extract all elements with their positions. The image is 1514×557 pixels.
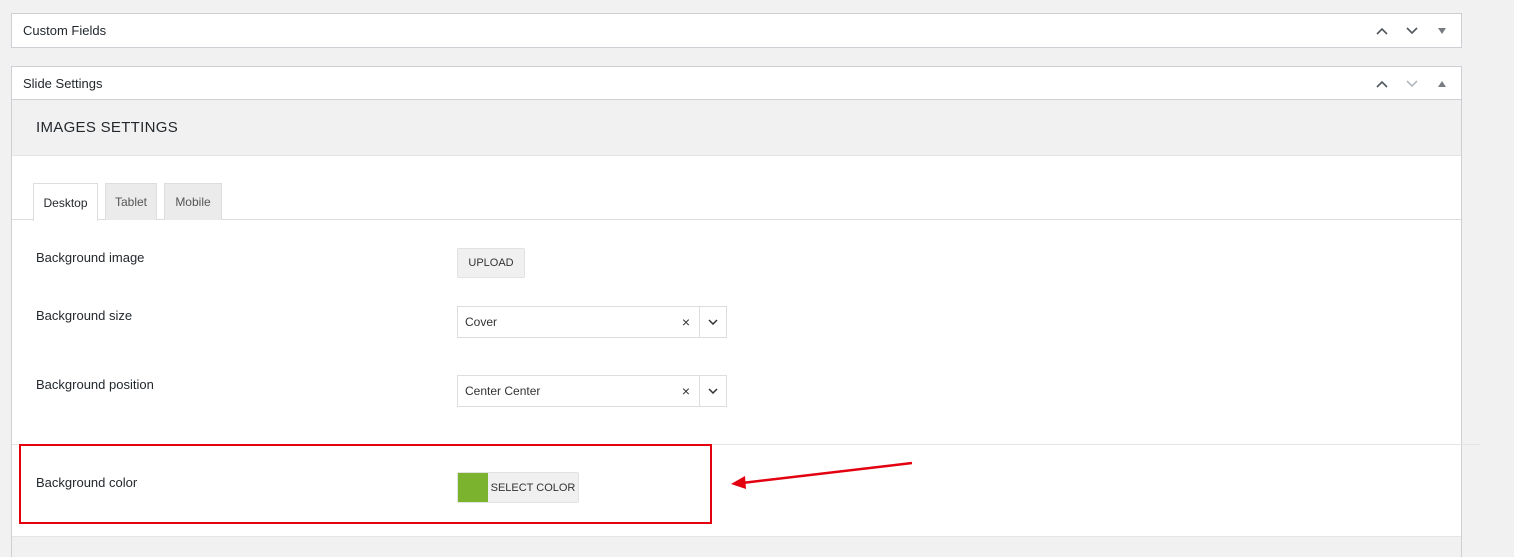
background-position-select[interactable]: Center Center × <box>457 375 727 407</box>
custom-fields-postbox: Custom Fields <box>11 13 1462 48</box>
triangle-down-icon[interactable] <box>1431 20 1453 42</box>
annotation-arrow <box>731 461 913 489</box>
x-icon[interactable]: × <box>673 314 699 330</box>
chevron-down-icon[interactable] <box>1401 20 1423 42</box>
chevron-down-icon[interactable] <box>699 307 726 337</box>
custom-fields-handle-actions <box>1371 14 1453 47</box>
tab-desktop[interactable]: Desktop <box>33 183 98 221</box>
x-icon[interactable]: × <box>673 383 699 399</box>
custom-fields-title: Custom Fields <box>23 23 107 38</box>
device-tabs: Desktop Tablet Mobile <box>12 156 1461 221</box>
custom-fields-header[interactable]: Custom Fields <box>12 14 1461 47</box>
highlight-box <box>19 444 712 524</box>
chevron-down-icon[interactable] <box>1401 73 1423 95</box>
background-position-label: Background position <box>36 377 154 392</box>
slide-settings-handle-actions <box>1371 67 1453 100</box>
chevron-up-icon[interactable] <box>1371 73 1393 95</box>
background-position-value: Center Center <box>465 384 541 398</box>
slide-settings-title: Slide Settings <box>23 75 103 91</box>
background-size-label: Background size <box>36 308 133 323</box>
chevron-up-icon[interactable] <box>1371 20 1393 42</box>
background-image-label: Background image <box>36 250 145 265</box>
images-settings-header: IMAGES SETTINGS <box>12 100 1461 156</box>
tab-mobile[interactable]: Mobile <box>164 183 222 220</box>
slide-settings-header[interactable]: Slide Settings <box>12 67 1461 100</box>
triangle-up-icon[interactable] <box>1431 73 1453 95</box>
tab-tablet[interactable]: Tablet <box>105 183 157 220</box>
postbox-footer <box>12 536 1461 557</box>
upload-button[interactable]: UPLOAD <box>457 248 525 278</box>
section-title: IMAGES SETTINGS <box>36 119 179 136</box>
background-size-value: Cover <box>465 315 498 329</box>
background-size-select[interactable]: Cover × <box>457 306 727 338</box>
chevron-down-icon[interactable] <box>699 376 726 406</box>
